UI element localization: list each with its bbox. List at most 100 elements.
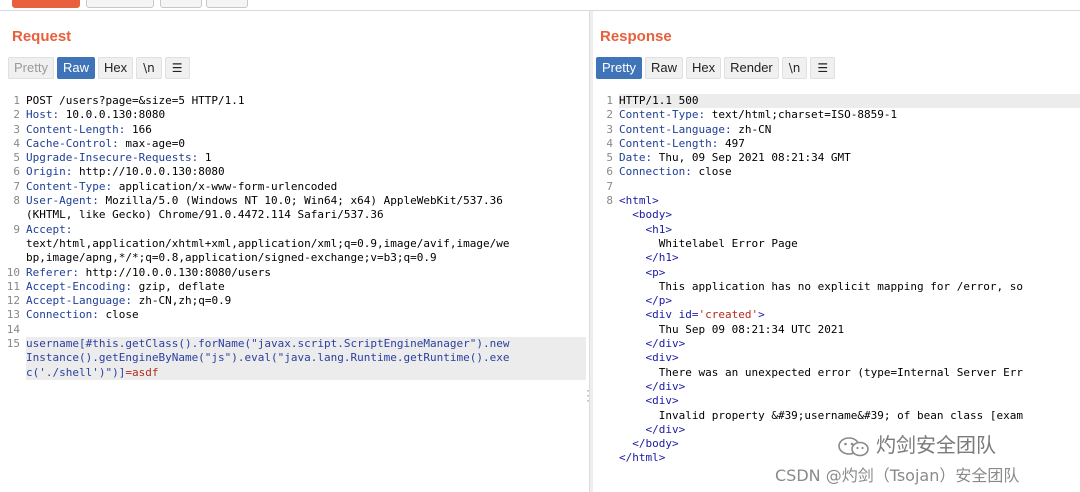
response-code-line: 7: [593, 180, 1080, 194]
response-menu-icon[interactable]: ☰: [810, 57, 836, 79]
code-token: application/x-www-form-urlencoded: [118, 179, 338, 193]
response-tab-raw[interactable]: Raw: [644, 57, 683, 79]
line-number: [0, 251, 26, 265]
request-code-line: c('./shell')")]=asdf: [0, 365, 586, 380]
line-number: [0, 237, 26, 251]
request-tab-pretty[interactable]: Pretty: [8, 57, 54, 79]
response-newline-toggle[interactable]: \n: [781, 57, 808, 79]
code-token: Content-Type:: [26, 179, 119, 193]
drag-handle-icon[interactable]: · · ·: [586, 384, 590, 406]
code-token: 166: [131, 122, 152, 136]
code-token: text/html;charset=ISO-8859-1: [711, 108, 898, 122]
line-number: 13: [6, 308, 20, 322]
response-code-line: <body>: [593, 208, 1080, 222]
next-button[interactable]: [206, 0, 248, 8]
response-code-line: <h1>: [593, 223, 1080, 237]
line-number: 9: [13, 222, 20, 236]
line-content: <div>: [619, 351, 679, 365]
code-token: </p>: [619, 294, 672, 308]
response-code-line: 8 <html>: [593, 194, 1080, 208]
response-code-line: </p>: [593, 294, 1080, 308]
line-content: Invalid property &#39;username&#39; of b…: [619, 409, 1023, 423]
watermark-brand-text: 灼剑安全团队: [876, 433, 996, 457]
request-code-line: 2 Host: 10.0.0.130:8080: [0, 108, 586, 122]
line-content: <div id='created'>: [619, 308, 765, 322]
request-code-line: (KHTML, like Gecko) Chrome/91.0.4472.114…: [0, 208, 586, 222]
cancel-button[interactable]: [86, 0, 154, 8]
line-content: Content-Length: 166: [26, 123, 152, 137]
line-content: Content-Type: text/html;charset=ISO-8859…: [619, 108, 897, 122]
response-code-line: This application has no explicit mapping…: [593, 280, 1080, 294]
response-editor[interactable]: 1 HTTP/1.1 500 2 Content-Type: text/html;ch…: [593, 94, 1080, 492]
send-button[interactable]: [12, 0, 80, 8]
code-token: Content-Type:: [619, 108, 712, 122]
response-code-line: There was an unexpected error (type=Inte…: [593, 366, 1080, 380]
line-number: 6: [13, 165, 20, 179]
code-token: <div id=: [619, 308, 699, 322]
code-token: </div>: [619, 337, 686, 351]
line-number: 2: [606, 108, 613, 122]
code-token: >: [758, 308, 765, 322]
response-title: Response: [600, 28, 672, 45]
request-code-line: 7 Content-Type: application/x-www-form-ur…: [0, 180, 586, 194]
code-token: Content-Length:: [26, 122, 132, 136]
code-token: close: [105, 308, 139, 322]
line-content: </h1>: [619, 251, 679, 265]
line-number: 14: [6, 322, 20, 336]
line-content: Origin: http://10.0.0.130:8080: [26, 165, 225, 179]
request-menu-icon[interactable]: ☰: [164, 57, 190, 79]
line-content: Thu Sep 09 08:21:34 UTC 2021: [619, 323, 844, 337]
code-token: POST /users?page=&size=5 HTTP/1.1: [26, 94, 245, 107]
code-token: <div>: [619, 351, 679, 365]
code-token: zh-CN: [738, 122, 772, 136]
code-token: Thu Sep 09 08:21:34 UTC 2021: [619, 322, 845, 336]
response-code-line: </body>: [593, 437, 1080, 451]
prev-button[interactable]: [160, 0, 202, 8]
line-number: [593, 451, 619, 465]
code-token: Accept-Language:: [26, 294, 139, 308]
response-code-line: <div id='created'>: [593, 308, 1080, 322]
line-content: </p>: [619, 294, 672, 308]
response-tab-render[interactable]: Render: [724, 57, 779, 79]
line-content: <html>: [619, 194, 659, 208]
response-code-line: 2 Content-Type: text/html;charset=ISO-885…: [593, 108, 1080, 122]
request-newline-toggle[interactable]: \n: [136, 57, 162, 79]
line-number: [593, 351, 619, 365]
line-content: <body>: [619, 208, 672, 222]
response-tab-pretty[interactable]: Pretty: [596, 57, 642, 79]
response-code-line: Thu Sep 09 08:21:34 UTC 2021: [593, 323, 1080, 337]
code-token: Content-Language:: [619, 122, 739, 136]
line-number: 5: [606, 151, 613, 165]
code-token: There was an unexpected error (type=Inte…: [619, 365, 1023, 379]
response-tab-hex[interactable]: Hex: [685, 57, 722, 79]
line-content: Content-Language: zh-CN: [619, 123, 771, 137]
line-content: </div>: [619, 337, 685, 351]
request-editor[interactable]: 1 POST /users?page=&size=5 HTTP/1.1 2 Host:…: [0, 94, 586, 492]
line-number: [0, 366, 26, 380]
code-token: </h1>: [619, 251, 679, 265]
line-number: 2: [13, 108, 20, 122]
line-content: Cache-Control: max-age=0: [26, 137, 185, 151]
line-number: [593, 308, 619, 322]
request-tab-raw[interactable]: Raw: [56, 57, 95, 79]
code-token: Cache-Control:: [26, 136, 126, 150]
line-number: 7: [606, 179, 613, 193]
response-code-line: 1 HTTP/1.1 500: [593, 94, 1080, 109]
request-title: Request: [12, 28, 72, 45]
line-content: Host: 10.0.0.130:8080: [26, 108, 165, 122]
request-tab-hex[interactable]: Hex: [97, 57, 134, 79]
request-code-line: 8 User-Agent: Mozilla/5.0 (Windows NT 10.…: [0, 194, 586, 208]
code-token: Whitelabel Error Page: [619, 236, 798, 250]
line-content: HTTP/1.1 500: [619, 94, 1080, 109]
code-token: This application has no explicit mapping…: [619, 279, 1023, 293]
response-code-line: </div>: [593, 380, 1080, 394]
code-token: zh-CN,zh;q=0.9: [138, 294, 232, 308]
line-number: [593, 294, 619, 308]
line-content: </div>: [619, 380, 685, 394]
code-token: <p>: [619, 265, 666, 279]
line-number: [593, 394, 619, 408]
line-number: [593, 237, 619, 251]
line-number: 3: [13, 122, 20, 136]
response-panel: Response Pretty Raw Hex Render \n ☰ 1 HTT…: [593, 11, 1080, 492]
code-token: Content-Length:: [619, 136, 725, 150]
